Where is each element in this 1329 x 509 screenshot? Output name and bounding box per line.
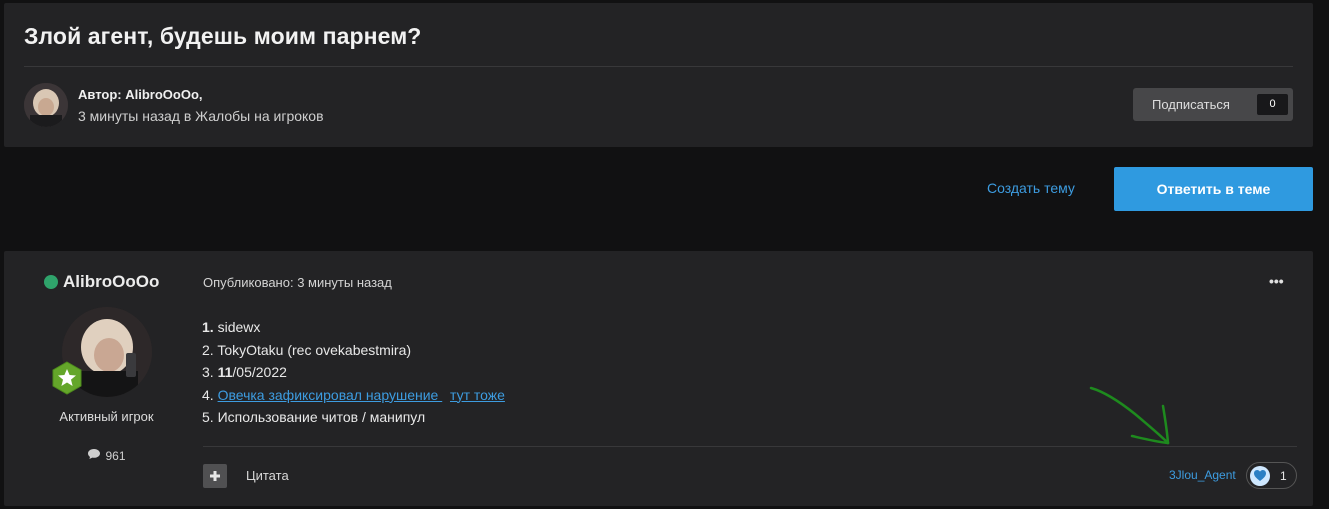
post-date: Опубликовано: 3 минуты назад (203, 275, 392, 290)
follow-count: 0 (1257, 94, 1288, 115)
header-divider (24, 66, 1293, 67)
plus-icon (210, 471, 220, 481)
star-badge-icon (51, 361, 83, 395)
evidence-link-2[interactable]: тут тоже (450, 387, 505, 403)
create-topic-link[interactable]: Создать тему (987, 180, 1075, 196)
author-name[interactable]: Автор: AlibroOoOo, (78, 87, 203, 102)
topic-header: Злой агент, будешь моим парнем? Автор: A… (4, 3, 1313, 147)
reaction-button[interactable]: 1 (1246, 462, 1297, 489)
heart-icon (1250, 465, 1270, 486)
follow-button[interactable]: Подписаться 0 (1133, 88, 1293, 121)
reply-button[interactable]: Ответить в теме (1114, 167, 1313, 211)
post-line-5: 5. Использование читов / манипул (202, 409, 426, 425)
poster-rank: Активный игрок (59, 409, 154, 424)
reaction-user-link[interactable]: 3Jlou_Agent (1169, 468, 1236, 482)
online-dot-icon (44, 275, 58, 289)
post-line-4: 4. Овечка зафиксировал нарушение тут тож… (202, 386, 505, 403)
multiquote-button[interactable] (203, 464, 227, 488)
page-title: Злой агент, будешь моим парнем? (24, 23, 422, 49)
poster-name-label: AlibroOoOo (63, 272, 160, 291)
follow-label: Подписаться (1152, 97, 1230, 112)
post-line-3: 3. 11/05/2022 (202, 364, 287, 380)
annotation-arrow (1089, 386, 1170, 445)
reaction-count: 1 (1280, 468, 1287, 483)
post-line-1: 1. sidewx (202, 319, 261, 335)
author-avatar[interactable] (24, 83, 68, 127)
ellipsis-icon[interactable]: ••• (1269, 273, 1284, 289)
post: AlibroOoOo Активный игрок 961 Опубликова… (4, 251, 1313, 506)
speech-bubble-icon (87, 448, 101, 463)
quote-button[interactable]: Цитата (246, 468, 289, 483)
poster-post-count: 961 (4, 448, 209, 463)
post-line-2: 2. TokyOtaku (rec ovekabestmira) (202, 341, 412, 358)
post-count-value: 961 (105, 448, 126, 463)
topic-meta: 3 минуты назад в Жалобы на игроков (78, 108, 324, 124)
poster-name[interactable]: AlibroOoOo (44, 272, 159, 292)
post-content: 1. sidewx 2. TokyOtaku (rec ovekabestmir… (202, 316, 505, 429)
evidence-link-1[interactable]: Овечка зафиксировал нарушение (218, 387, 443, 403)
